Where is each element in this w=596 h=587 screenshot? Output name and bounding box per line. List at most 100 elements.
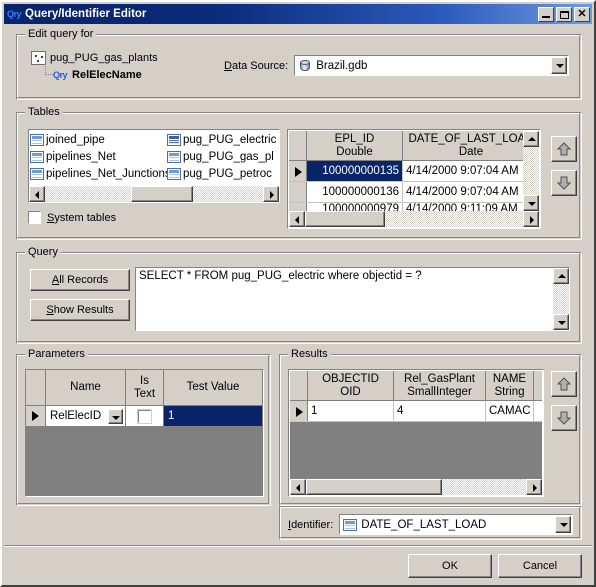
move-down-button[interactable] (551, 170, 577, 196)
all-records-button[interactable]: All Records (30, 269, 130, 291)
scroll-right-icon[interactable] (523, 211, 539, 227)
tables-list-hscrollbar[interactable] (29, 186, 279, 202)
table-row[interactable]: 100000000136 4/14/2000 9:07:04 AM (289, 182, 523, 203)
scrollbar-thumb[interactable] (305, 211, 385, 227)
column-header-rel-gasplant[interactable]: Rel_GasPlant SmallInteger (394, 371, 486, 400)
scroll-down-icon[interactable] (523, 195, 539, 211)
cell-date[interactable]: 4/14/2000 9:07:04 AM (403, 182, 523, 202)
results-grid[interactable]: OBJECTID OID Rel_GasPlant SmallInteger N… (287, 368, 545, 498)
column-name: NAME (492, 372, 527, 385)
preview-grid-vscrollbar[interactable] (523, 131, 539, 211)
is-text-checkbox[interactable] (137, 408, 152, 424)
tree-item-query[interactable]: Qry RelElecName (31, 62, 231, 83)
column-name: OBJECTID (322, 372, 379, 385)
minimize-button[interactable] (538, 6, 554, 22)
list-item[interactable]: pipelines_Net (29, 148, 166, 165)
move-up-button[interactable] (551, 136, 577, 162)
edit-query-for-legend: Edit query for (25, 28, 97, 40)
scroll-down-icon[interactable] (553, 314, 569, 330)
chevron-down-icon[interactable] (551, 57, 567, 74)
data-source-row: Data Source: Brazil.gdb (224, 54, 570, 77)
cell-date[interactable]: 4/14/2000 9:07:04 AM (403, 161, 523, 181)
results-grid-empty-area (290, 422, 542, 479)
cell-parameter-name[interactable]: RelElecID (46, 406, 126, 427)
show-results-label: Show Results (46, 304, 114, 316)
system-tables-row[interactable]: System tables (27, 210, 116, 225)
parameters-legend: Parameters (25, 348, 88, 360)
cell-epl-id[interactable]: 100000000979 (307, 203, 403, 211)
scroll-up-icon[interactable] (523, 131, 539, 147)
cell-epl-id[interactable]: 100000000136 (307, 182, 403, 202)
data-source-value: Brazil.gdb (316, 59, 368, 72)
sql-textarea[interactable]: SELECT * FROM pug_PUG_electric where obj… (134, 266, 571, 332)
table-row[interactable]: 1 4 CAMAC (290, 401, 542, 422)
scroll-up-icon[interactable] (553, 268, 569, 284)
tables-list[interactable]: joined_pipe pipelines_Net pipelines_Net_… (27, 128, 281, 204)
table-row[interactable]: RelElecID 1 (26, 406, 263, 427)
data-source-combo[interactable]: Brazil.gdb (293, 54, 570, 77)
table-preview-grid[interactable]: EPL_ID Double DATE_OF_LAST_LOAD Date 100… (286, 128, 542, 230)
preview-grid-hscrollbar[interactable] (289, 211, 539, 227)
cell-rel-gasplant[interactable]: 4 (394, 401, 486, 421)
identifier-group: Identifier: DATE_OF_LAST_LOAD (279, 506, 582, 540)
arrow-up-icon (556, 377, 572, 391)
scroll-left-icon[interactable] (290, 479, 306, 495)
column-header-name[interactable]: NAME String (486, 371, 534, 400)
parameters-grid[interactable]: Name Is Text Test Value RelElecID 1 (24, 368, 265, 498)
cell-date[interactable]: 4/14/2000 9:11:09 AM (403, 203, 523, 211)
cell-name[interactable]: CAMAC (486, 401, 534, 421)
scrollbar-thumb[interactable] (306, 479, 442, 495)
column-type: Double (336, 145, 373, 158)
column-header-name[interactable]: Name (46, 370, 126, 405)
identifier-combo[interactable]: DATE_OF_LAST_LOAD (338, 513, 574, 536)
sql-vscrollbar[interactable] (553, 268, 569, 330)
ok-button[interactable]: OK (408, 554, 492, 578)
close-icon[interactable]: ✕ (574, 6, 590, 22)
cell-epl-id[interactable]: 100000000135 (307, 161, 403, 181)
footer-divider (4, 545, 592, 547)
tree-connector (39, 62, 53, 83)
identifier-label: Identifier: (288, 518, 334, 531)
scroll-right-icon[interactable] (263, 186, 279, 202)
column-header-test-value[interactable]: Test Value (164, 370, 263, 405)
scroll-left-icon[interactable] (289, 211, 305, 227)
column-header-epl-id[interactable]: EPL_ID Double (307, 131, 403, 160)
tree-item-query-label: RelElecName (72, 68, 142, 81)
sql-text[interactable]: SELECT * FROM pug_PUG_electric where obj… (136, 268, 553, 330)
show-results-button[interactable]: Show Results (30, 299, 130, 321)
scroll-left-icon[interactable] (29, 186, 45, 202)
maximize-button[interactable] (556, 6, 572, 22)
results-move-down-button[interactable] (551, 405, 577, 431)
row-marker-header (26, 370, 46, 405)
table-icon (30, 133, 44, 146)
chevron-down-icon[interactable] (108, 408, 123, 424)
tree-item-layer[interactable]: pug_PUG_gas_plants (31, 49, 231, 66)
parameters-grid-empty-area (26, 427, 263, 496)
scroll-right-icon[interactable] (526, 479, 542, 495)
list-item[interactable]: pug_PUG_gas_pl (166, 148, 279, 165)
column-header-is-text[interactable]: Is Text (126, 370, 164, 405)
list-item-label: pipelines_Net (46, 150, 116, 163)
table-icon-selected (167, 133, 181, 146)
column-header-objectid[interactable]: OBJECTID OID (308, 371, 394, 400)
title-bar[interactable]: Qry Query/Identifier Editor ✕ (4, 4, 592, 24)
data-source-label: Data Source: (224, 59, 289, 72)
list-item[interactable]: pipelines_Net_Junctions (29, 165, 171, 182)
list-item[interactable]: pug_PUG_electric (166, 131, 279, 148)
list-item[interactable]: joined_pipe (29, 131, 166, 148)
table-row[interactable]: 100000000135 4/14/2000 9:07:04 AM (289, 161, 523, 182)
results-hscrollbar[interactable] (290, 479, 542, 495)
list-item[interactable]: pug_PUG_petroc (166, 165, 279, 182)
cell-is-text[interactable] (126, 406, 164, 427)
table-row[interactable]: 100000000979 4/14/2000 9:11:09 AM (289, 203, 523, 211)
chevron-down-icon[interactable] (555, 516, 571, 533)
table-icon (167, 167, 181, 180)
scrollbar-thumb[interactable] (131, 186, 193, 202)
cell-test-value[interactable]: 1 (164, 406, 263, 427)
results-move-up-button[interactable] (551, 371, 577, 397)
cancel-button[interactable]: Cancel (498, 554, 582, 578)
cell-objectid[interactable]: 1 (308, 401, 394, 421)
system-tables-checkbox[interactable] (27, 210, 42, 225)
current-row-marker (289, 161, 307, 181)
column-header-date-of-last-load[interactable]: DATE_OF_LAST_LOAD Date (403, 131, 523, 160)
